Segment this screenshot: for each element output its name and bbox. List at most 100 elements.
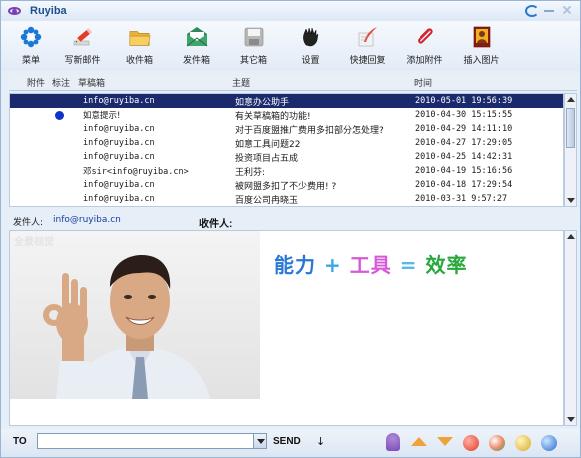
message-list: info@ruyiba.cn 如意办公助手 2010-05-01 19:56:3… <box>9 93 564 207</box>
attach-button[interactable]: 添加附件 <box>396 21 453 71</box>
other-box-label: 其它箱 <box>239 56 267 66</box>
to-label: TO <box>13 436 27 447</box>
quick-reply-button[interactable]: 快捷回复 <box>339 21 396 71</box>
col-drafts[interactable]: 草稿箱 <box>78 76 105 89</box>
slogan: 能力 + 工具 = 效率 <box>274 249 468 278</box>
row-time: 2010-05-01 19:56:39 <box>415 96 513 106</box>
compose-label: 写新邮件 <box>64 56 101 66</box>
disk-icon <box>242 25 266 49</box>
row-from: info@ruyiba.cn <box>83 180 155 190</box>
outbox-label: 发件箱 <box>182 56 210 66</box>
app-window: Ruyiba 菜单 写新邮件 收件箱 发件箱 其它箱 设置 快捷回复 添加附件 … <box>0 0 581 458</box>
row-from: 如意提示! <box>83 111 121 121</box>
close-icon[interactable] <box>560 4 574 16</box>
row-time: 2010-03-31 9:57:27 <box>415 194 508 204</box>
table-row[interactable]: 如意提示! 有关草稿箱的功能! 2010-04-30 15:15:55 <box>10 108 563 122</box>
col-attach[interactable]: 附件 <box>27 76 45 89</box>
row-from: info@ruyiba.cn <box>83 152 155 162</box>
table-row[interactable]: info@ruyiba.cn 被网盟多扣了不少费用! ? 2010-04-18 … <box>10 178 563 192</box>
inbox-label: 收件箱 <box>125 56 153 66</box>
eye-logo-icon <box>6 4 24 18</box>
send-button[interactable]: SEND <box>273 436 301 447</box>
preview-scrollbar[interactable] <box>564 230 577 426</box>
red-ball-icon[interactable] <box>463 435 479 451</box>
from-value[interactable]: info@ruyiba.cn <box>53 215 121 225</box>
other-box-button[interactable]: 其它箱 <box>225 21 282 71</box>
hand-icon <box>299 25 323 49</box>
compose-button[interactable]: 写新邮件 <box>54 21 111 71</box>
person-icon[interactable] <box>386 433 400 451</box>
row-subject: 有关草稿箱的功能! <box>235 111 311 122</box>
table-row[interactable]: info@ruyiba.cn 投资项目占五成 2010-04-25 14:42:… <box>10 150 563 164</box>
row-from: info@ruyiba.cn <box>83 96 155 106</box>
table-row[interactable]: info@ruyiba.cn 如意工具问题22 2010-04-27 17:29… <box>10 136 563 150</box>
paperclip-icon <box>413 25 437 49</box>
insert-image-button[interactable]: 插入图片 <box>453 21 510 71</box>
app-title: Ruyiba <box>30 5 67 17</box>
row-time: 2010-04-19 15:16:56 <box>415 166 513 176</box>
scroll-thumb[interactable] <box>566 108 575 148</box>
scroll-down-icon[interactable] <box>567 417 575 422</box>
row-time: 2010-04-29 14:11:10 <box>415 124 513 134</box>
col-subject[interactable]: 主题 <box>232 76 250 89</box>
table-row[interactable]: info@ruyiba.cn 对于百度盟推广费用多扣部分怎处理? 2010-04… <box>10 122 563 136</box>
inbox-button[interactable]: 收件箱 <box>111 21 168 71</box>
message-list-header: 附件 标注 草稿箱 主题 时间 <box>9 75 577 91</box>
row-from: info@ruyiba.cn <box>83 124 155 134</box>
picture-icon <box>470 25 494 49</box>
envelope-icon <box>185 25 209 49</box>
row-subject: 如意办公助手 <box>235 97 290 108</box>
row-subject: 王利芬: <box>235 167 266 178</box>
col-time[interactable]: 时间 <box>414 76 432 89</box>
businessman-photo: 全景视觉 <box>10 231 260 399</box>
photo-watermark: 全景视觉 <box>14 237 54 248</box>
toolbar: 菜单 写新邮件 收件箱 发件箱 其它箱 设置 快捷回复 添加附件 插入图片 <box>1 21 580 71</box>
to-field[interactable] <box>37 433 267 449</box>
table-row[interactable]: info@ruyiba.cn 如意办公助手 2010-05-01 19:56:3… <box>10 94 563 108</box>
row-time: 2010-04-25 14:42:31 <box>415 152 513 162</box>
col-flag[interactable]: 标注 <box>52 76 70 89</box>
message-list-scrollbar[interactable] <box>564 93 577 207</box>
slogan-plus: + <box>324 253 342 277</box>
row-subject: 如意工具问题22 <box>235 139 301 150</box>
triangle-down-icon[interactable] <box>437 437 453 446</box>
row-time: 2010-04-30 15:15:55 <box>415 110 513 120</box>
row-from: 邓sir<info@ruyiba.cn> <box>83 167 189 177</box>
gold-ball-icon[interactable] <box>515 435 531 451</box>
send-arrow-icon[interactable]: ↓ <box>316 435 325 448</box>
triangle-up-icon[interactable] <box>411 437 427 446</box>
settings-button[interactable]: 设置 <box>282 21 339 71</box>
recipient-label: 收件人: <box>199 219 233 230</box>
refresh-icon[interactable] <box>524 4 539 17</box>
message-preview: 全景视觉 能力 + 工具 = 效率 <box>9 230 564 426</box>
scroll-up-icon[interactable] <box>567 234 575 239</box>
table-row[interactable]: 邓sir<info@ruyiba.cn> 王利芬: 2010-04-19 15:… <box>10 164 563 178</box>
row-subject: 对于百度盟推广费用多扣部分怎处理? <box>235 125 384 136</box>
message-meta: 发件人: info@ruyiba.cn 收件人: <box>9 213 577 230</box>
row-from: info@ruyiba.cn <box>83 194 155 204</box>
row-time: 2010-04-18 17:29:54 <box>415 180 513 190</box>
flag-dot-icon[interactable] <box>55 111 64 120</box>
from-label: 发件人: <box>13 218 44 228</box>
table-row[interactable]: info@ruyiba.cn 百度公司冉晓玉 2010-03-31 9:57:2… <box>10 192 563 206</box>
snowflake-menu-icon <box>19 25 43 49</box>
quill-icon <box>356 25 380 49</box>
title-bar: Ruyiba <box>1 1 580 21</box>
row-subject: 投资项目占五成 <box>235 153 299 164</box>
menu-button[interactable]: 菜单 <box>8 21 54 71</box>
settings-label: 设置 <box>301 56 320 66</box>
scroll-down-icon[interactable] <box>567 198 575 203</box>
row-subject: 被网盟多扣了不少费用! ? <box>235 181 337 192</box>
minimize-icon[interactable] <box>542 4 556 16</box>
outbox-button[interactable]: 发件箱 <box>168 21 225 71</box>
row-subject: 百度公司冉晓玉 <box>235 195 299 206</box>
slogan-efficiency: 效率 <box>425 253 468 277</box>
to-dropdown-button[interactable] <box>253 433 267 449</box>
attach-label: 添加附件 <box>406 56 443 66</box>
multicolor-ball-icon[interactable] <box>489 435 505 451</box>
row-time: 2010-04-27 17:29:05 <box>415 138 513 148</box>
slogan-tool: 工具 <box>349 253 392 277</box>
scroll-up-icon[interactable] <box>567 97 575 102</box>
quick-reply-label: 快捷回复 <box>349 56 386 66</box>
blue-ball-icon[interactable] <box>541 435 557 451</box>
